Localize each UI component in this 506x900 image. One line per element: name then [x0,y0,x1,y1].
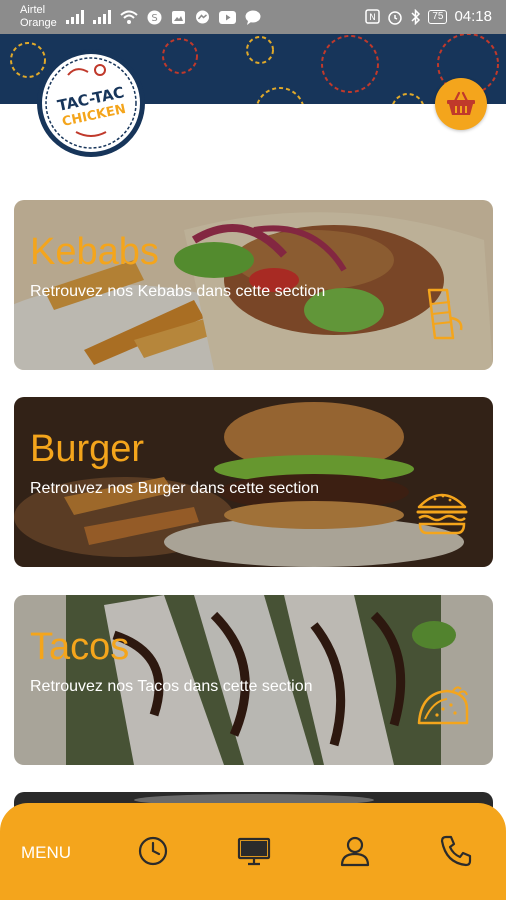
taco-icon [417,686,469,725]
status-icons-left: S [66,9,261,25]
nfc-icon: N [365,9,381,24]
basket-icon [447,91,475,115]
burger-icon [416,493,468,535]
bottom-navigation: MENU [0,803,506,900]
gallery-icon [172,10,185,24]
app-screen: Airtel Orange S N 75 04:18 TAC-TAC CHICK… [0,0,506,900]
card-subtitle: Retrouvez nos Kebabs dans cette section [30,283,326,300]
skype-icon: S [147,10,162,24]
cart-button[interactable] [435,78,487,130]
svg-text:N: N [369,13,376,23]
carrier-name-1: Airtel [20,4,46,16]
card-subtitle: Retrouvez nos Burger dans cette section [30,480,320,497]
kebab-icon [427,288,463,340]
carrier-name-2: Orange [20,17,57,29]
category-card-tacos[interactable]: Tacos Retrouvez nos Tacos dans cette sec… [14,595,493,765]
bluetooth-icon [411,8,421,25]
message-icon [245,10,261,25]
youtube-icon [219,10,236,24]
card-title: Kebabs [30,231,159,273]
battery-level: 75 [428,9,448,24]
card-title: Tacos [30,626,130,668]
category-card-burger[interactable]: Burger Retrouvez nos Burger dans cette s… [14,397,493,567]
signal-icon [93,10,111,24]
card-title: Burger [30,428,145,470]
nav-menu-button[interactable]: MENU [21,843,71,863]
svg-text:S: S [151,13,157,24]
wifi-icon [120,10,138,24]
card-subtitle: Retrouvez nos Tacos dans cette section [30,678,313,695]
monitor-icon[interactable] [236,833,272,869]
user-icon[interactable] [337,833,373,869]
clock-time: 04:18 [454,8,492,25]
brand-logo[interactable]: TAC-TAC CHICKEN [28,40,154,166]
clock-icon[interactable] [135,833,171,869]
alarm-icon [388,10,403,25]
messenger-icon [196,10,209,23]
status-icons-right: N 75 04:18 [365,8,492,25]
status-bar: Airtel Orange S N 75 04:18 [0,0,506,34]
carrier-info: Airtel Orange [20,4,57,30]
phone-icon[interactable] [438,833,474,869]
signal-icon [66,10,84,24]
category-card-kebabs[interactable]: Kebabs Retrouvez nos Kebabs dans cette s… [14,200,493,370]
